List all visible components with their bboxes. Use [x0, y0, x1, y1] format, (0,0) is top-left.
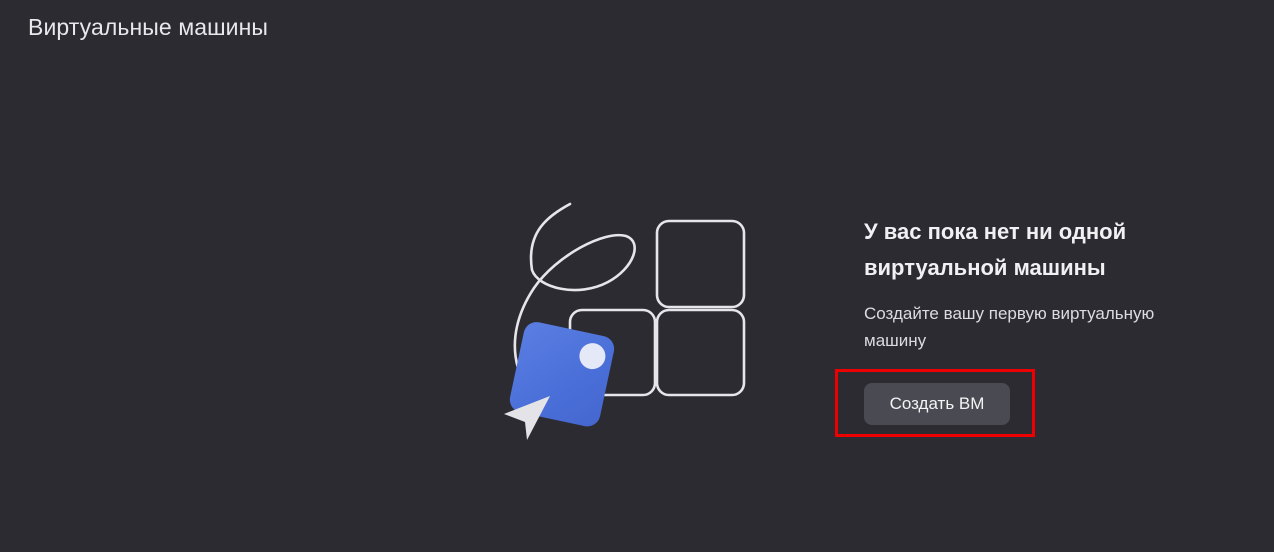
page-title: Виртуальные машины [28, 14, 269, 40]
grid-square-top-right [655, 219, 746, 309]
create-vm-button[interactable]: Создать ВМ [864, 383, 1010, 425]
empty-state-heading: У вас пока нет ни одной виртуальной маши… [864, 219, 1127, 280]
grid-square-bottom-right [655, 308, 746, 397]
empty-state-illustration [498, 200, 758, 450]
empty-state-text: У вас пока нет ни одной виртуальной маши… [864, 214, 1234, 354]
empty-state-subtitle: Создайте вашу первую виртуальную машину [864, 304, 1155, 350]
